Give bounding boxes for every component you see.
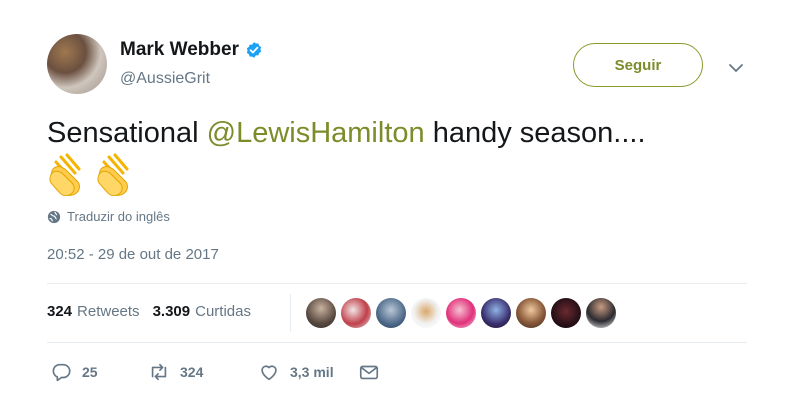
- retweet-button[interactable]: 324: [148, 361, 258, 383]
- tweet-actions: 25 324 3,3 mil: [50, 361, 380, 383]
- likes-count[interactable]: 3.309: [153, 303, 191, 320]
- liker-avatar[interactable]: [551, 298, 581, 328]
- globe-icon: [47, 210, 61, 223]
- retweets-count[interactable]: 324: [47, 303, 72, 320]
- follow-button[interactable]: Seguir: [573, 43, 703, 87]
- likes-label[interactable]: Curtidas: [195, 303, 251, 320]
- reply-button[interactable]: 25: [50, 361, 148, 383]
- divider: [47, 283, 747, 284]
- retweets-label[interactable]: Retweets: [77, 303, 140, 320]
- liker-avatar[interactable]: [586, 298, 616, 328]
- stats-separator: [290, 294, 291, 332]
- verified-badge-icon: [246, 42, 262, 58]
- liker-avatars: [306, 298, 616, 328]
- tweet-stats: 324 Retweets 3.309 Curtidas: [47, 303, 251, 320]
- retweet-count: 324: [180, 364, 204, 380]
- clapping-hands-emoji-icon: [97, 153, 129, 196]
- clapping-hands-emoji-icon: [49, 153, 81, 196]
- timestamp[interactable]: 20:52 - 29 de out de 2017: [47, 246, 219, 263]
- like-button[interactable]: 3,3 mil: [258, 361, 358, 383]
- translate-link[interactable]: Traduzir do inglês: [47, 209, 170, 224]
- reply-count: 25: [82, 364, 98, 380]
- emoji-row: [48, 152, 140, 196]
- liker-avatar[interactable]: [411, 298, 441, 328]
- user-handle[interactable]: @AussieGrit: [120, 70, 210, 88]
- liker-avatar[interactable]: [516, 298, 546, 328]
- liker-avatar[interactable]: [306, 298, 336, 328]
- envelope-icon: [359, 365, 379, 380]
- liker-avatar[interactable]: [341, 298, 371, 328]
- display-name[interactable]: Mark Webber: [120, 39, 239, 61]
- liker-avatar[interactable]: [446, 298, 476, 328]
- mention-link[interactable]: @LewisHamilton: [207, 117, 425, 149]
- heart-icon: [261, 365, 277, 381]
- user-name-row[interactable]: Mark Webber: [120, 39, 263, 61]
- retweet-icon: [151, 363, 167, 381]
- reply-icon: [52, 363, 71, 382]
- liker-avatar[interactable]: [376, 298, 406, 328]
- tweet-text-end: handy season....: [424, 117, 646, 149]
- divider: [47, 342, 747, 343]
- liker-avatar[interactable]: [481, 298, 511, 328]
- tweet-text-start: Sensational: [47, 117, 207, 149]
- direct-message-button[interactable]: [358, 361, 380, 383]
- like-count: 3,3 mil: [290, 364, 334, 380]
- chevron-down-icon[interactable]: [728, 60, 744, 76]
- tweet-text: Sensational @LewisHamilton handy season.…: [47, 115, 767, 151]
- translate-label[interactable]: Traduzir do inglês: [67, 209, 170, 224]
- avatar[interactable]: [47, 34, 107, 94]
